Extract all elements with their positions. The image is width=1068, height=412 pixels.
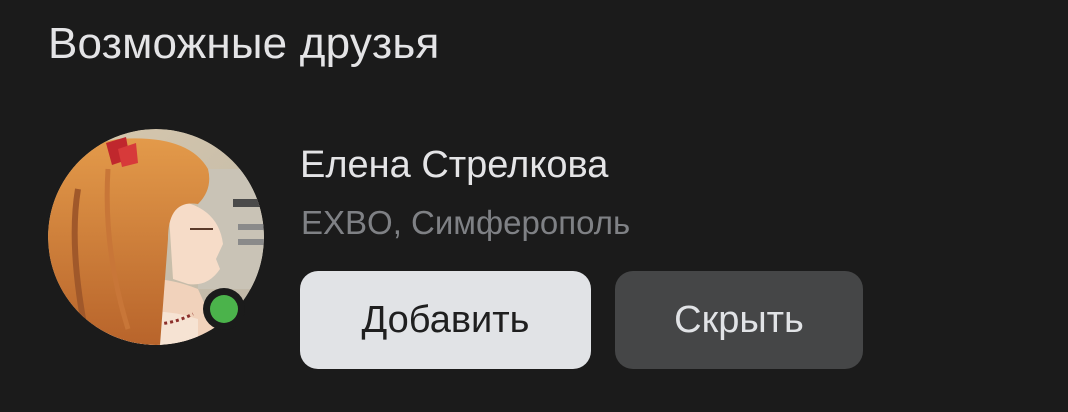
friend-name[interactable]: Елена Стрелкова bbox=[300, 141, 608, 189]
friend-suggestion-avatar[interactable] bbox=[48, 129, 264, 345]
section-title: Возможные друзья bbox=[48, 19, 440, 68]
online-status-icon bbox=[203, 288, 245, 330]
hide-suggestion-button[interactable]: Скрыть bbox=[615, 271, 863, 369]
friend-subtitle: EXBO, Симферополь bbox=[301, 204, 631, 241]
add-friend-button[interactable]: Добавить bbox=[300, 271, 591, 369]
possible-friends-screen: Возможные друзья Елена Стрелкова EXBO, С… bbox=[0, 0, 1068, 412]
